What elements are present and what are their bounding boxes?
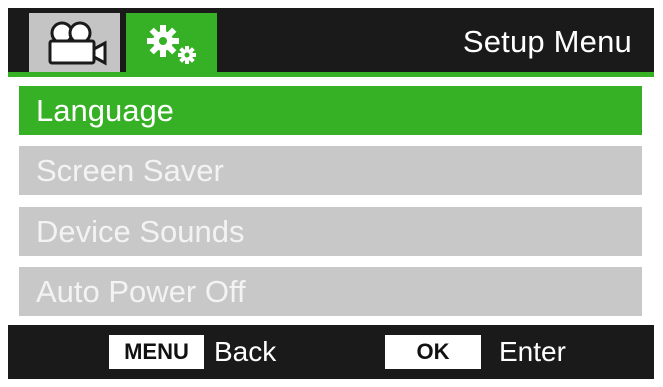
- menu-key-badge[interactable]: MENU: [109, 335, 204, 369]
- gears-icon: [146, 25, 196, 64]
- setup-menu-list: Language Screen Saver Device Sounds Auto…: [8, 77, 654, 325]
- page-title: Setup Menu: [462, 23, 632, 59]
- footer-bar: MENU Back OK Enter: [8, 325, 654, 379]
- menu-item-device-sounds[interactable]: Device Sounds: [19, 207, 642, 256]
- enter-label: Enter: [499, 336, 566, 367]
- tab-video[interactable]: [29, 13, 120, 75]
- menu-item-screen-saver[interactable]: Screen Saver: [19, 146, 642, 195]
- back-label: Back: [214, 336, 277, 367]
- menu-item-auto-power-off[interactable]: Auto Power Off: [19, 267, 642, 316]
- ok-key-badge[interactable]: OK: [385, 335, 481, 369]
- menu-item-language[interactable]: Language: [19, 86, 642, 135]
- device-screen: Setup Menu Language Screen Saver Device …: [0, 0, 663, 387]
- tab-setup[interactable]: [126, 13, 217, 75]
- video-camera-icon: [48, 21, 106, 66]
- header-bar: Setup Menu: [8, 8, 654, 75]
